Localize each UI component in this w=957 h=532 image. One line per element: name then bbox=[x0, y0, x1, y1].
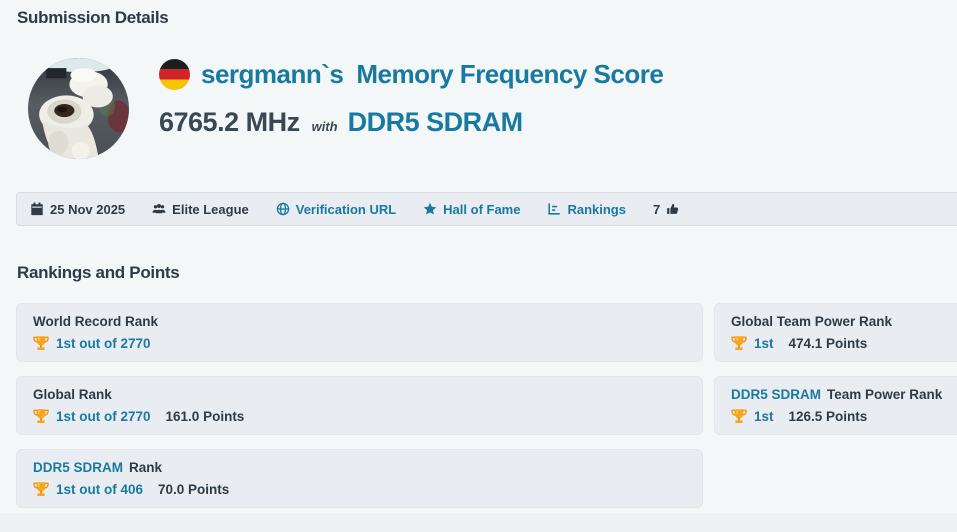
germany-flag-icon bbox=[159, 59, 190, 90]
card-title-text: Team Power Rank bbox=[827, 387, 942, 402]
league-label: Elite League bbox=[172, 202, 249, 217]
hall-of-fame-link[interactable]: Hall of Fame bbox=[423, 202, 520, 217]
card-rank-row: 1st out of 2770 161.0 Points bbox=[33, 408, 686, 424]
users-icon bbox=[152, 202, 166, 216]
card-title-text: Rank bbox=[129, 460, 162, 475]
page-title: Submission Details bbox=[17, 8, 168, 28]
trophy-icon bbox=[731, 335, 747, 351]
page-bottom-strip bbox=[0, 513, 957, 532]
league-item[interactable]: Elite League bbox=[152, 202, 249, 217]
card-title: World Record Rank bbox=[33, 314, 686, 329]
rank-link[interactable]: 1st bbox=[754, 409, 774, 424]
card-global-team-power-rank: Global Team Power Rank 1st 474.1 Points bbox=[714, 303, 957, 362]
score-value: 6765.2 MHz bbox=[159, 107, 300, 138]
avatar-photo-ln2-pot bbox=[28, 58, 129, 159]
rank-link[interactable]: 1st out of 2770 bbox=[56, 409, 151, 424]
card-rank-row: 1st 126.5 Points bbox=[731, 408, 957, 424]
card-rank-row: 1st 474.1 Points bbox=[731, 335, 957, 351]
trophy-icon bbox=[33, 481, 49, 497]
points-value: 474.1 Points bbox=[789, 336, 868, 351]
card-title-text: Global Rank bbox=[33, 387, 112, 402]
points-value: 70.0 Points bbox=[158, 482, 229, 497]
card-title-hardware-link[interactable]: DDR5 SDRAM bbox=[33, 460, 123, 475]
thumbs-up-icon bbox=[666, 202, 680, 216]
card-global-rank: Global Rank 1st out of 2770 161.0 Points bbox=[16, 376, 703, 435]
rank-link[interactable]: 1st out of 2770 bbox=[56, 336, 151, 351]
card-title-text: Global Team Power Rank bbox=[731, 314, 892, 329]
rankings-link[interactable]: Rankings bbox=[547, 202, 626, 217]
rankings-chart-icon bbox=[547, 202, 561, 216]
hardware-link[interactable]: DDR5 SDRAM bbox=[348, 107, 523, 138]
submission-header: sergmann`s Memory Frequency Score 6765.2… bbox=[159, 59, 663, 138]
card-title: DDR5 SDRAM Rank bbox=[33, 460, 686, 475]
star-icon bbox=[423, 202, 437, 216]
points-value: 161.0 Points bbox=[166, 409, 245, 424]
card-title: Global Rank bbox=[33, 387, 686, 402]
card-title: Global Team Power Rank bbox=[731, 314, 957, 329]
rank-link[interactable]: 1st bbox=[754, 336, 774, 351]
calendar-icon bbox=[30, 202, 44, 216]
trophy-icon bbox=[33, 335, 49, 351]
card-world-record-rank: World Record Rank 1st out of 2770 bbox=[16, 303, 703, 362]
verification-url-label: Verification URL bbox=[296, 202, 396, 217]
rankings-cards-grid: World Record Rank 1st out of 2770 Global… bbox=[16, 303, 957, 508]
rankings-label: Rankings bbox=[567, 202, 626, 217]
card-title: DDR5 SDRAM Team Power Rank bbox=[731, 387, 957, 402]
likes-item[interactable]: 7 bbox=[653, 202, 680, 217]
card-hardware-rank: DDR5 SDRAM Rank 1st out of 406 70.0 Point… bbox=[16, 449, 703, 508]
submission-meta-bar: 25 Nov 2025 Elite League Verification UR… bbox=[16, 192, 957, 226]
card-rank-row: 1st out of 406 70.0 Points bbox=[33, 481, 686, 497]
score-title: Memory Frequency Score bbox=[356, 59, 663, 90]
card-title-hardware-link[interactable]: DDR5 SDRAM bbox=[731, 387, 821, 402]
points-value: 126.5 Points bbox=[789, 409, 868, 424]
rankings-section-title: Rankings and Points bbox=[17, 263, 179, 283]
verification-url-link[interactable]: Verification URL bbox=[276, 202, 396, 217]
likes-count: 7 bbox=[653, 202, 660, 217]
username-link[interactable]: sergmann`s bbox=[201, 59, 343, 90]
trophy-icon bbox=[731, 408, 747, 424]
card-title-text: World Record Rank bbox=[33, 314, 158, 329]
globe-icon bbox=[276, 202, 290, 216]
hall-of-fame-label: Hall of Fame bbox=[443, 202, 520, 217]
with-label: with bbox=[312, 119, 338, 134]
card-hardware-team-power-rank: DDR5 SDRAM Team Power Rank 1st 126.5 Poin… bbox=[714, 376, 957, 435]
card-rank-row: 1st out of 2770 bbox=[33, 335, 686, 351]
submission-date-label: 25 Nov 2025 bbox=[50, 202, 125, 217]
trophy-icon bbox=[33, 408, 49, 424]
user-avatar[interactable] bbox=[28, 58, 129, 159]
submission-date: 25 Nov 2025 bbox=[30, 202, 125, 217]
rank-link[interactable]: 1st out of 406 bbox=[56, 482, 143, 497]
